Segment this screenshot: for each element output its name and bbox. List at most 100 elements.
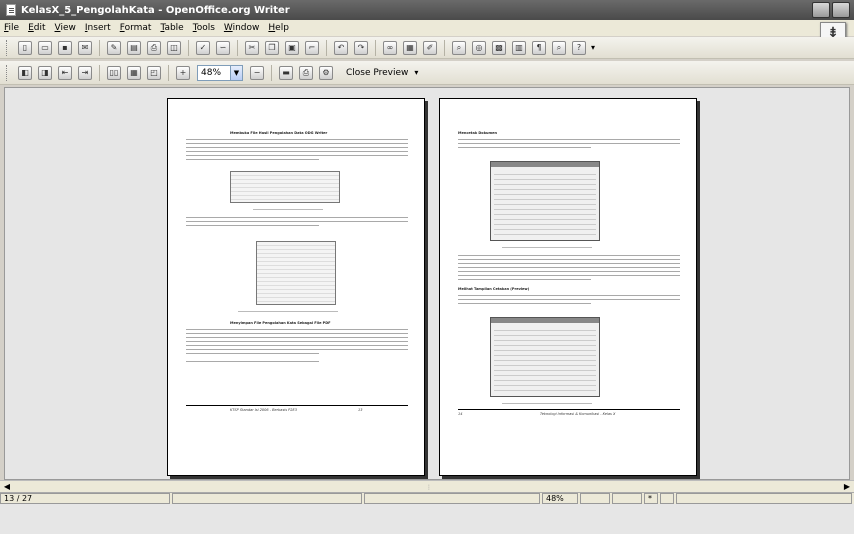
help-icon[interactable]: ?: [572, 40, 586, 55]
toolbar-separator: [444, 39, 445, 56]
toolbar-overflow-icon[interactable]: ▾: [591, 43, 595, 52]
next-page-icon[interactable]: ◨: [38, 65, 52, 80]
menu-help[interactable]: Help: [268, 23, 289, 33]
zoom-icon[interactable]: ⌕: [552, 40, 566, 55]
left-heading-2: Menyimpan File Pengolahan Kata Sebagai F…: [230, 321, 331, 325]
print-icon[interactable]: ⎙: [147, 40, 161, 55]
full-screen-icon[interactable]: ▬: [279, 65, 293, 80]
multiple-pages-icon[interactable]: ▦: [127, 65, 141, 80]
menu-bar: File Edit View Insert Format Table Tools…: [0, 20, 854, 36]
window-title: KelasX_5_PengolahKata - OpenOffice.org W…: [21, 4, 290, 16]
scroll-right-icon[interactable]: ▶: [842, 482, 852, 492]
minimize-button[interactable]: [812, 2, 830, 18]
insert-mode-field[interactable]: [580, 493, 610, 504]
menu-table[interactable]: Table: [160, 23, 183, 33]
menu-insert[interactable]: Insert: [85, 23, 111, 33]
copy-icon[interactable]: ❐: [265, 40, 279, 55]
menu-tools[interactable]: Tools: [193, 23, 215, 33]
edit-file-icon[interactable]: ✎: [107, 40, 121, 55]
text-block: [458, 255, 680, 283]
modified-indicator-icon: *: [644, 493, 658, 504]
close-preview-button[interactable]: Close Preview: [342, 66, 412, 80]
preview-workspace[interactable]: Membuka File Hasil Pengolahan Data ODG W…: [4, 87, 850, 480]
right-heading-2: Melihat Tampilan Cetakan (Preview): [458, 287, 530, 291]
text-block: [186, 139, 408, 163]
zoom-in-icon[interactable]: +: [176, 65, 190, 80]
toolbar-separator: [375, 39, 376, 56]
right-page-number: 14: [458, 412, 463, 416]
menu-view[interactable]: View: [55, 23, 76, 33]
gallery-icon[interactable]: ▩: [492, 40, 506, 55]
figure-screenshot: [256, 241, 336, 305]
text-block: [186, 217, 408, 229]
text-block: [458, 295, 680, 307]
figure-caption: [502, 403, 592, 404]
hyperlink-icon[interactable]: ∞: [383, 40, 397, 55]
language-field: [364, 493, 540, 504]
page-indicator: 13 / 27: [0, 493, 170, 504]
selection-mode-field[interactable]: [612, 493, 642, 504]
horizontal-scrollbar[interactable]: ◀ ⋮ ▶: [0, 480, 854, 492]
status-bar: 13 / 27 48% *: [0, 492, 854, 504]
menu-format[interactable]: Format: [120, 23, 152, 33]
draw-functions-icon[interactable]: ✐: [423, 40, 437, 55]
navigator-icon[interactable]: ◎: [472, 40, 486, 55]
desktop-background: [0, 504, 854, 534]
right-footer-text: Teknologi Informasi & Komunikasi - Kelas…: [540, 412, 616, 416]
spellcheck-icon[interactable]: ✓: [196, 40, 210, 55]
scroll-left-icon[interactable]: ◀: [2, 482, 12, 492]
window-controls: [812, 2, 850, 18]
open-folder-icon[interactable]: ▭: [38, 40, 52, 55]
cut-icon[interactable]: ✂: [245, 40, 259, 55]
first-page-icon[interactable]: ⇤: [58, 65, 72, 80]
text-block: [458, 139, 680, 151]
maximize-button[interactable]: [832, 2, 850, 18]
toolbar-separator: [99, 64, 100, 81]
table-icon[interactable]: ▦: [403, 40, 417, 55]
chevron-down-icon[interactable]: ▼: [230, 65, 242, 80]
toolbar-overflow-icon[interactable]: ▾: [414, 68, 418, 77]
figure-caption: [238, 311, 338, 312]
print-page-view-icon[interactable]: ⎙: [299, 65, 313, 80]
new-document-icon[interactable]: ▯: [18, 40, 32, 55]
save-icon[interactable]: ▪: [58, 40, 72, 55]
previous-page-icon[interactable]: ◧: [18, 65, 32, 80]
find-replace-icon[interactable]: ⌕: [452, 40, 466, 55]
redo-icon[interactable]: ↷: [354, 40, 368, 55]
zoom-select[interactable]: 48% ▼: [197, 64, 243, 81]
email-icon[interactable]: ✉: [78, 40, 92, 55]
page-right[interactable]: Mencetak Dokumen Melihat Tampilan Cetaka…: [439, 98, 697, 476]
figure-print-dialog: [490, 161, 600, 241]
undo-icon[interactable]: ↶: [334, 40, 348, 55]
toolbar-grip[interactable]: [6, 64, 9, 81]
title-bar: KelasX_5_PengolahKata - OpenOffice.org W…: [0, 0, 854, 20]
page-preview-icon[interactable]: ◫: [167, 40, 181, 55]
scroll-thumb[interactable]: ⋮: [426, 484, 432, 491]
export-pdf-icon[interactable]: ▤: [127, 40, 141, 55]
zoom-out-icon[interactable]: −: [250, 65, 264, 80]
digital-signature-field: [660, 493, 674, 504]
figure-screenshot: [230, 171, 340, 203]
last-page-icon[interactable]: ⇥: [78, 65, 92, 80]
zoom-value: 48%: [201, 67, 222, 78]
format-paintbrush-icon[interactable]: ⌐: [305, 40, 319, 55]
autospell-icon[interactable]: ∽: [216, 40, 230, 55]
page-preview-toolbar: ◧ ◨ ⇤ ⇥ ▯▯ ▦ ◰ + 48% ▼ − ▬ ⎙ ⚙ Close Pre…: [0, 61, 854, 85]
toolbar-grip[interactable]: [6, 39, 9, 56]
data-sources-icon[interactable]: ▥: [512, 40, 526, 55]
page-left[interactable]: Membuka File Hasil Pengolahan Data ODG W…: [167, 98, 425, 476]
two-pages-icon[interactable]: ▯▯: [107, 65, 121, 80]
paste-icon[interactable]: ▣: [285, 40, 299, 55]
toolbar-separator: [99, 39, 100, 56]
menu-file[interactable]: File: [4, 23, 19, 33]
menu-edit[interactable]: Edit: [28, 23, 45, 33]
toolbar-separator: [168, 64, 169, 81]
footer-rule: [186, 405, 408, 406]
menu-window[interactable]: Window: [224, 23, 260, 33]
formatting-marks-icon[interactable]: ¶: [532, 40, 546, 55]
print-options-icon[interactable]: ⚙: [319, 65, 333, 80]
toolbar-separator: [237, 39, 238, 56]
book-preview-icon[interactable]: ◰: [147, 65, 161, 80]
standard-toolbar: ▯ ▭ ▪ ✉ ✎ ▤ ⎙ ◫ ✓ ∽ ✂ ❐ ▣ ⌐ ↶ ↷ ∞ ▦ ✐ ⌕ …: [0, 37, 854, 59]
left-footer-text: KTSP Standar Isi 2006 - Berbasis P2E3: [230, 408, 297, 412]
